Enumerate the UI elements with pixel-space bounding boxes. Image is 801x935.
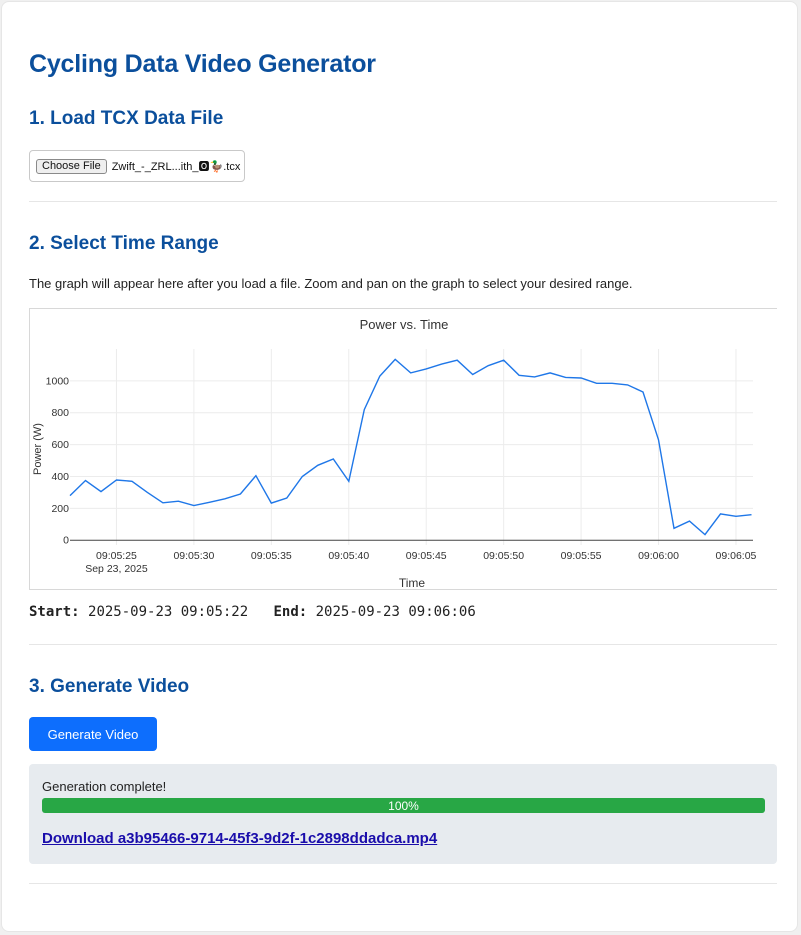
x-tick-label: 09:05:25 — [96, 550, 137, 562]
x-tick-label: 09:05:30 — [173, 550, 214, 562]
x-tick-label: 09:05:35 — [251, 550, 292, 562]
graph-description: The graph will appear here after you loa… — [29, 276, 633, 291]
download-video-link[interactable]: Download a3b95466-9714-45f3-9d2f-1c2898d… — [42, 830, 437, 847]
start-label: Start: — [29, 604, 80, 620]
x-tick-label: 09:05:45 — [406, 550, 447, 562]
progress-bar: 100% — [42, 798, 765, 813]
generate-video-button[interactable]: Generate Video — [29, 717, 157, 751]
power-chart-container[interactable]: Power vs. Time 0 200 400 600 800 1000 09:05:2… — [29, 308, 777, 590]
selected-file-name: Zwift_-_ZRL...ith_🅾🦆.tcx — [111, 161, 241, 173]
y-tick-label: 400 — [51, 471, 69, 483]
y-tick-label: 200 — [51, 503, 69, 515]
main-card: Cycling Data Video Generator 1. Load TCX… — [1, 1, 798, 932]
end-label: End: — [273, 604, 308, 620]
step3-heading: 3. Generate Video — [29, 676, 190, 697]
x-axis-label: Time — [399, 576, 426, 589]
step1-heading: 1. Load TCX Data File — [29, 108, 224, 129]
end-value: 2025-09-23 09:06:06 — [315, 604, 476, 620]
step2-heading: 2. Select Time Range — [29, 233, 219, 254]
status-message: Generation complete! — [42, 779, 167, 794]
start-value: 2025-09-23 09:05:22 — [88, 604, 249, 620]
chart-title: Power vs. Time — [360, 317, 449, 332]
page-title: Cycling Data Video Generator — [29, 50, 376, 78]
y-tick-label: 800 — [51, 407, 69, 419]
y-tick-label: 0 — [63, 535, 69, 547]
progress-fill: 100% — [42, 798, 765, 813]
x-tick-label: 09:06:00 — [638, 550, 679, 562]
x-tick-label: 09:05:40 — [328, 550, 369, 562]
divider — [29, 201, 777, 202]
y-tick-label: 600 — [51, 439, 69, 451]
x-tick-label: 09:05:50 — [483, 550, 524, 562]
generation-status-panel: Generation complete! 100% Download a3b95… — [29, 764, 777, 864]
file-input[interactable]: Choose File Zwift_-_ZRL...ith_🅾🦆.tcx — [29, 150, 245, 182]
divider — [29, 883, 777, 884]
y-axis-label: Power (W) — [32, 423, 44, 475]
x-tick-label: 09:05:55 — [561, 550, 602, 562]
x-tick-label: 09:06:05 — [716, 550, 757, 562]
choose-file-button[interactable]: Choose File — [36, 158, 107, 174]
y-tick-label: 1000 — [46, 375, 70, 387]
power-chart[interactable]: Power vs. Time 0 200 400 600 800 1000 09:05:2… — [30, 309, 777, 590]
selected-range: Start: 2025-09-23 09:05:22 End: 2025-09-… — [29, 604, 476, 620]
divider — [29, 644, 777, 645]
x-tick-sublabel: Sep 23, 2025 — [85, 563, 148, 575]
